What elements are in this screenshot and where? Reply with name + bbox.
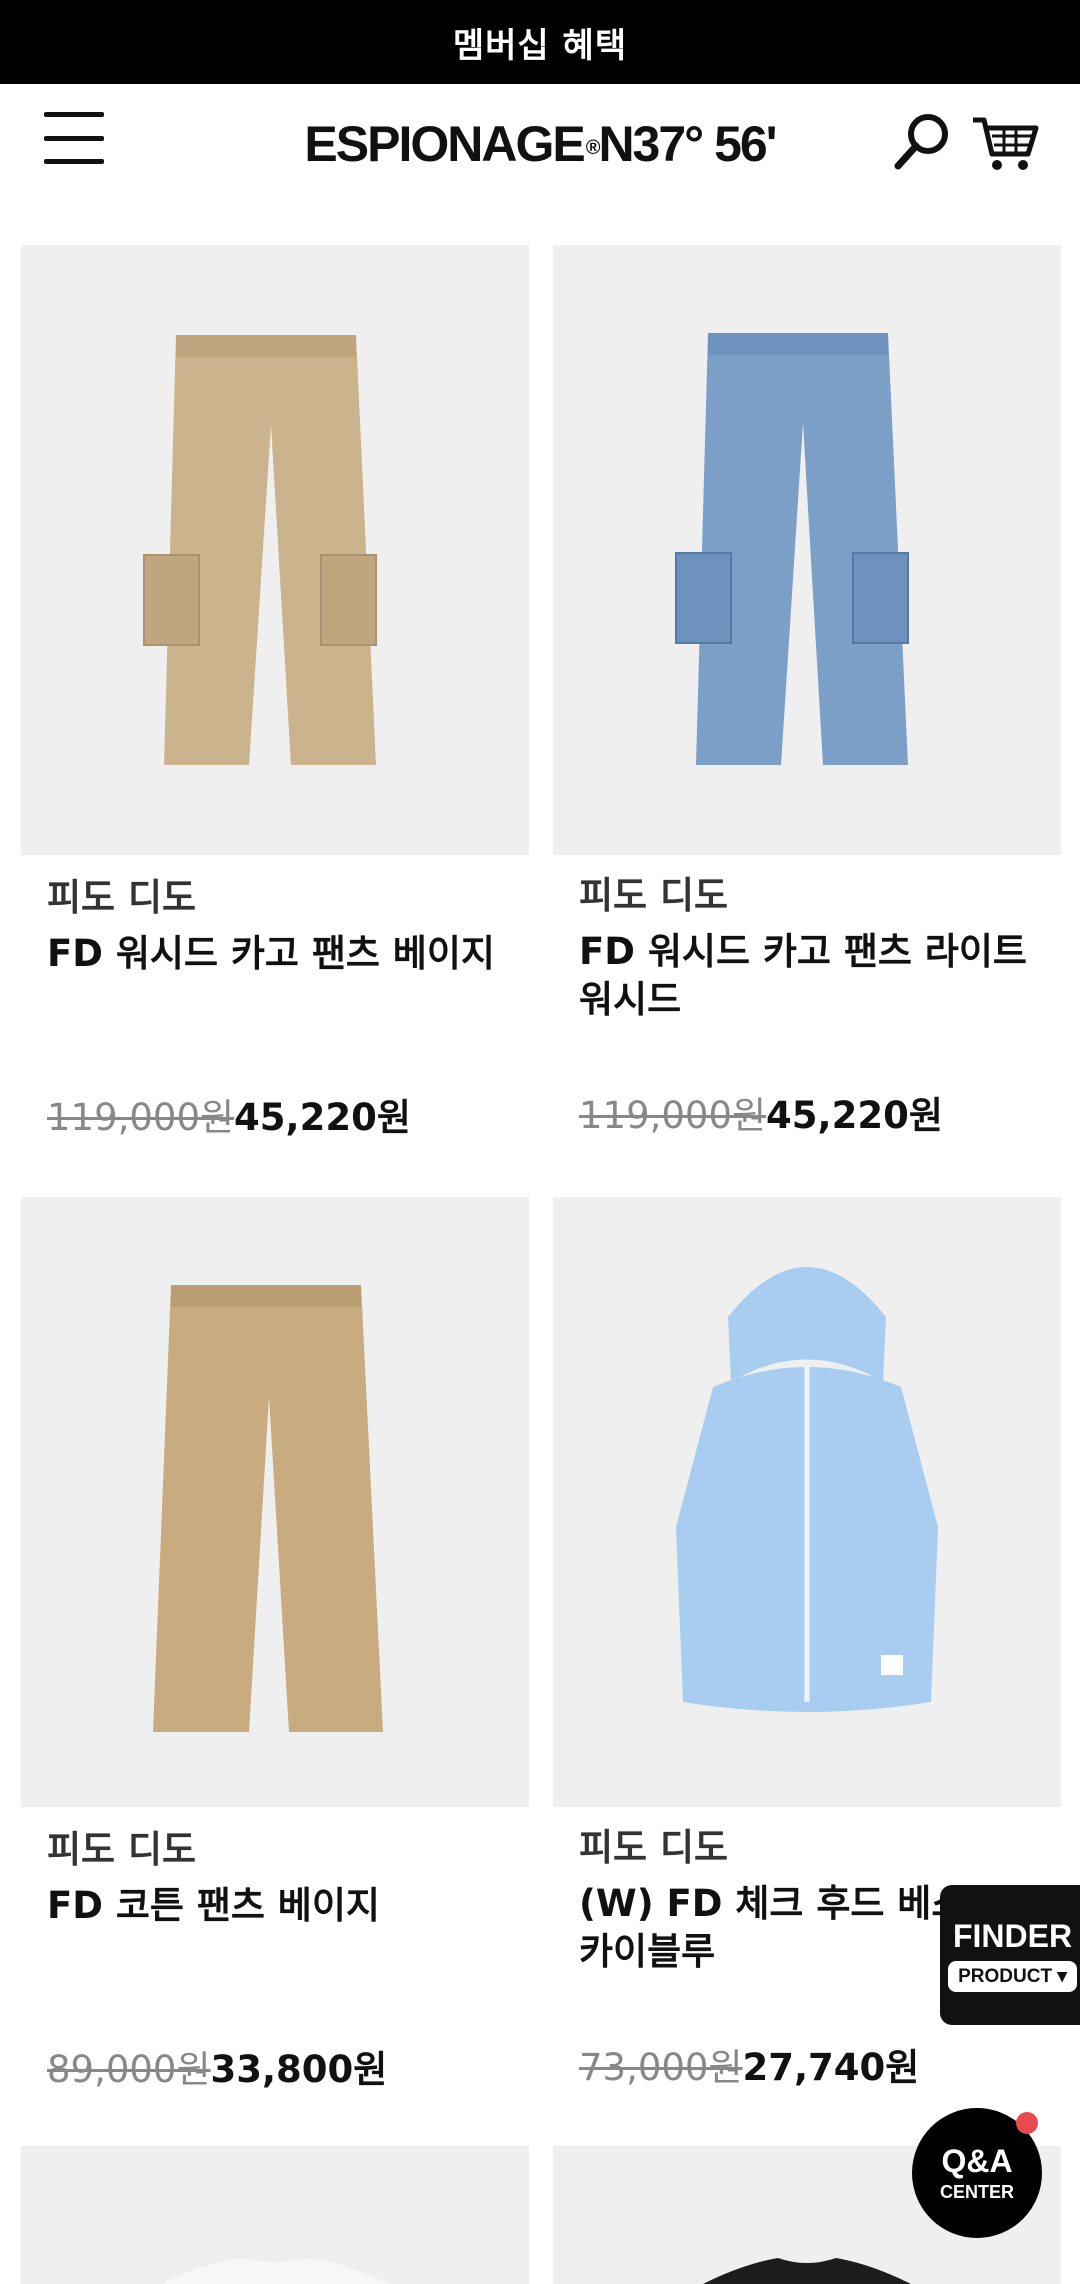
product-name[interactable]: FD 코튼 팬츠 베이지 [47,1882,517,1930]
finder-title: FINDER [952,1918,1073,1954]
product-card[interactable]: 피도 디도 FD 코튼 팬츠 베이지 89,000원33,800원 [21,1197,529,2107]
logo-text: ESPIONAGE [304,116,585,172]
qa-center-label: CENTER [939,2182,1014,2202]
site-header: ESPIONAGE ® N37° 56' [0,84,1080,244]
product-prices: 119,000원45,220원 [47,1087,411,1141]
banner-text: 멤버십 혜택 [452,25,628,66]
beige-cotton-pants-image [153,1285,383,1732]
finder-subtitle: PRODUCT ▾ [948,1961,1077,1992]
product-card[interactable]: 피도 디도 FD 워시드 카고 팬츠 라이트 워시드 119,000원45,22… [553,245,1061,1165]
denim-cargo-pants-image [675,333,909,765]
qa-center-button[interactable]: Q&A CENTER [912,2108,1042,2238]
logo-reg: ® [585,136,601,159]
sale-price: 27,740원 [742,2046,920,2089]
finder-button[interactable]: FINDER PRODUCT ▾ [940,1885,1080,2025]
search-icon[interactable] [890,110,954,174]
original-price: 119,000원 [579,1094,767,1137]
sale-price: 45,220원 [234,1096,411,1139]
beige-cargo-pants-image [143,335,377,765]
original-price: 73,000원 [579,2046,743,2089]
sale-price: 45,220원 [766,1094,943,1137]
sky-blue-vest-image [676,1267,938,1712]
product-brand: 피도 디도 [47,1828,197,1871]
product-prices: 119,000원45,220원 [579,1085,943,1139]
menu-icon[interactable] [44,108,104,168]
product-card[interactable] [21,2146,529,2284]
logo[interactable]: ESPIONAGE ® N37° 56' [295,114,785,174]
product-image[interactable] [21,2146,529,2284]
product-brand: 피도 디도 [579,874,729,917]
white-tshirt-image [161,2258,389,2284]
product-image[interactable] [553,245,1061,855]
product-brand: 피도 디도 [579,1826,729,1869]
product-name[interactable]: FD 워시드 카고 팬츠 베이지 [47,930,517,978]
product-name[interactable]: FD 워시드 카고 팬츠 라이트 워시드 [579,928,1049,1024]
sale-price: 33,800원 [210,2048,388,2091]
product-image[interactable] [21,245,529,855]
product-image[interactable] [21,1197,529,1807]
original-price: 119,000원 [47,1096,235,1139]
qa-label: Q&A [941,2143,1013,2179]
product-prices: 73,000원27,740원 [579,2037,919,2091]
logo-suffix: N37° 56' [598,116,777,172]
membership-banner[interactable]: 멤버십 혜택 [0,0,1080,84]
product-brand: 피도 디도 [47,876,197,919]
original-price: 89,000원 [47,2048,211,2091]
product-prices: 89,000원33,800원 [47,2039,387,2093]
product-image[interactable] [553,1197,1061,1807]
notification-dot-icon [1016,2112,1038,2134]
cart-icon[interactable] [970,110,1040,174]
product-card[interactable]: 피도 디도 FD 워시드 카고 팬츠 베이지 119,000원45,220원 [21,245,529,1165]
